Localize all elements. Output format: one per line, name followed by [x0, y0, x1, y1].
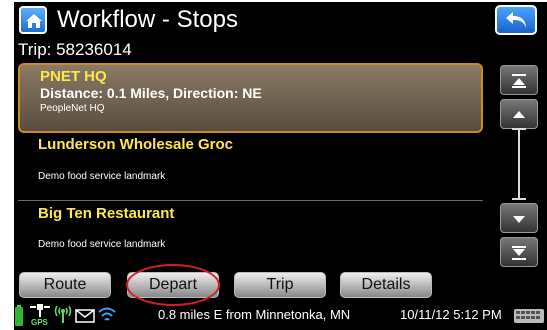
scroll-top-icon	[512, 74, 526, 88]
stop-name: Lunderson Wholesale Groc	[38, 136, 234, 153]
stop-item-big-ten[interactable]: Big Ten Restaurant Demo food service lan…	[18, 201, 483, 269]
back-arrow-icon	[506, 12, 526, 28]
stop-name: Big Ten Restaurant	[38, 205, 175, 222]
scroll-bottom-icon	[512, 246, 526, 260]
mail-icon	[75, 309, 95, 323]
stop-description: PeopleNet HQ	[40, 103, 105, 114]
stop-distance: Distance: 0.1 Miles, Direction: NE	[40, 85, 262, 101]
wifi-icon	[98, 307, 116, 321]
arrow-up-icon	[513, 111, 525, 118]
battery-icon	[15, 305, 23, 326]
scroll-track[interactable]	[518, 128, 520, 198]
home-icon	[26, 14, 42, 28]
datetime-text: 10/11/12 5:12 PM	[400, 307, 502, 322]
gps-label: GPS	[31, 318, 48, 327]
tab-details[interactable]: Details	[340, 272, 432, 298]
stop-description: Demo food service landmark	[38, 171, 166, 182]
location-text: 0.8 miles E from Minnetonka, MN	[158, 307, 351, 322]
scroll-track-cap-bottom	[512, 198, 526, 200]
stops-list: PNET HQ Distance: 0.1 Miles, Direction: …	[18, 63, 483, 269]
title-bar: Workflow - Stops	[14, 2, 547, 40]
tab-trip[interactable]: Trip	[234, 272, 326, 298]
stop-name: PNET HQ	[40, 68, 107, 85]
home-button[interactable]	[19, 6, 47, 34]
stop-description: Demo food service landmark	[38, 239, 166, 250]
scroll-down-button[interactable]	[500, 203, 538, 233]
scroll-up-button[interactable]	[500, 99, 538, 129]
scroll-top-button[interactable]	[500, 65, 538, 95]
signal-icon	[54, 305, 72, 323]
scroll-bottom-button[interactable]	[500, 237, 538, 267]
status-bar: GPS 0.8 miles E from Minnetonka, MN 10/1…	[14, 300, 547, 330]
stop-item-lunderson[interactable]: Lunderson Wholesale Groc Demo food servi…	[18, 133, 483, 200]
stop-item-pnet-hq[interactable]: PNET HQ Distance: 0.1 Miles, Direction: …	[18, 63, 483, 133]
device-screen: Workflow - Stops Trip: 58236014 PNET HQ …	[14, 2, 547, 330]
keyboard-icon[interactable]	[514, 309, 544, 323]
tab-route[interactable]: Route	[19, 272, 111, 298]
back-button[interactable]	[495, 5, 537, 35]
arrow-down-icon	[513, 216, 525, 223]
trip-number: Trip: 58236014	[18, 40, 132, 59]
page-title: Workflow - Stops	[57, 6, 238, 33]
